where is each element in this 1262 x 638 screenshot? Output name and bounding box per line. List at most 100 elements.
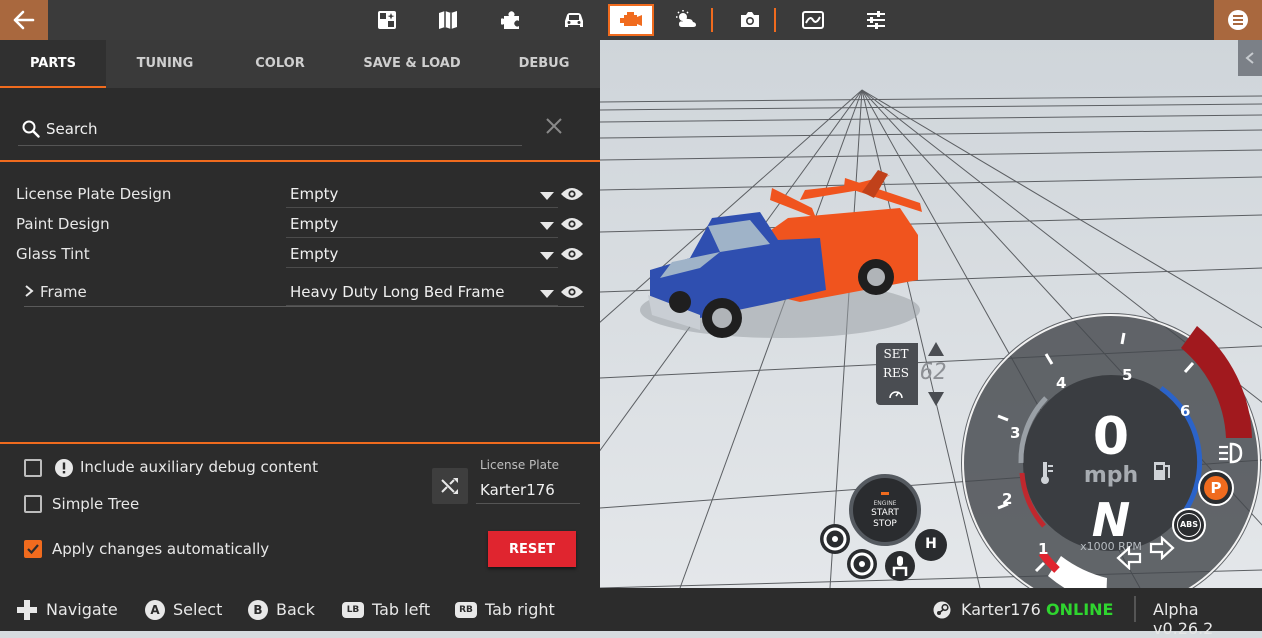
mods-icon <box>501 11 519 29</box>
randomize-plate-button[interactable] <box>432 468 468 504</box>
tab-debug[interactable]: DEBUG <box>492 40 596 88</box>
search-icon <box>22 120 40 138</box>
shuffle-icon <box>441 478 458 494</box>
rpm-tick-label: 2 <box>1002 490 1012 508</box>
part-select-value: Empty <box>290 185 339 203</box>
version-label: Alpha v0.26.2 <box>1153 600 1214 638</box>
a-button-icon: A <box>145 599 165 620</box>
hint-label: Back <box>276 600 315 619</box>
parking-brake-label: P <box>1204 476 1228 500</box>
eye-icon[interactable] <box>560 186 584 202</box>
track-builder-button[interactable] <box>790 4 836 36</box>
online-status: ONLINE <box>1046 600 1114 619</box>
bottom-hint-bar: Navigate A Select B Back LB Tab left RB … <box>0 588 1262 638</box>
tab-parts[interactable]: PARTS <box>0 40 106 88</box>
tab-color[interactable]: COLOR <box>227 40 333 88</box>
license-plate-input[interactable] <box>476 476 580 504</box>
start-label: START <box>871 508 899 518</box>
chevron-left-icon <box>1245 52 1254 64</box>
caret-down-icon <box>540 222 554 230</box>
part-select-value: Empty <box>290 215 339 233</box>
abs-label: ABS <box>1177 513 1201 537</box>
engine-label: ENGINE <box>873 500 897 507</box>
license-plate-caption: License Plate <box>480 458 560 472</box>
hint-label: Navigate <box>46 600 118 619</box>
hint-label: Select <box>173 600 223 619</box>
hint-back: B Back <box>248 588 315 631</box>
options-button[interactable] <box>853 4 899 36</box>
map-icon <box>439 11 457 29</box>
photo-mode-button[interactable] <box>727 4 773 36</box>
environment-button[interactable] <box>364 4 410 36</box>
eye-icon[interactable] <box>560 284 584 300</box>
chevron-right-icon <box>25 285 34 297</box>
caret-down-icon <box>540 290 554 298</box>
gear-indicator: N <box>1092 493 1131 547</box>
headlight-icon <box>1219 442 1243 464</box>
config-tabs: PARTS TUNING COLOR SAVE & LOAD DEBUG <box>0 40 600 88</box>
wheel-icon[interactable] <box>846 548 878 580</box>
user-name: Karter176 <box>961 600 1041 619</box>
rpm-tick-label: 5 <box>1122 366 1132 384</box>
tab-tuning[interactable]: TUNING <box>112 40 218 88</box>
part-select[interactable]: Empty <box>286 242 558 268</box>
search-input[interactable] <box>44 116 514 142</box>
caret-down-icon <box>540 252 554 260</box>
dpad-icon <box>16 599 38 621</box>
speed-readout: 0 <box>1093 407 1129 467</box>
vehicle-config-icon <box>620 12 642 26</box>
mods-button[interactable] <box>489 4 535 36</box>
eye-icon[interactable] <box>560 246 584 262</box>
hint-tab-right: RB Tab right <box>455 588 555 631</box>
top-menu-bar <box>0 0 1262 40</box>
tab-save-load[interactable]: SAVE & LOAD <box>352 40 472 88</box>
vehicles-button[interactable] <box>551 4 597 36</box>
map-button[interactable] <box>425 4 471 36</box>
vehicle-config-button[interactable] <box>608 4 654 36</box>
part-select[interactable]: Empty <box>286 182 558 208</box>
weather-icon <box>676 10 696 27</box>
part-select[interactable]: Empty <box>286 212 558 238</box>
arrow-left-icon <box>13 10 35 30</box>
track-builder-icon <box>802 11 824 29</box>
hint-tab-left: LB Tab left <box>342 588 430 631</box>
eye-icon[interactable] <box>560 216 584 232</box>
cruise-gauge-icon <box>889 391 903 399</box>
cruise-down-icon[interactable] <box>928 392 944 406</box>
auto-apply-label: Apply changes automatically <box>52 540 270 558</box>
handbrake-button[interactable]: H <box>915 529 947 561</box>
collapse-panel-button[interactable] <box>1238 40 1262 76</box>
rpm-tick-label: 6 <box>1180 402 1190 420</box>
part-label: Glass Tint <box>16 245 90 263</box>
cruise-set-button[interactable]: SET <box>876 347 916 361</box>
scene-viewport[interactable]: SET RES 62 ENGINE START STOP H 1 2 3 4 5… <box>600 40 1262 588</box>
auto-apply-checkbox[interactable] <box>24 540 42 558</box>
weather-button[interactable] <box>663 4 709 36</box>
cruise-speed-readout: 62 <box>920 360 947 385</box>
main-menu-button[interactable] <box>1214 0 1262 40</box>
rb-button-icon: RB <box>455 601 477 618</box>
environment-icon <box>378 11 396 29</box>
checkmark-icon <box>27 544 39 555</box>
b-button-icon: B <box>248 599 268 620</box>
hint-label: Tab left <box>372 600 431 619</box>
clear-search-button[interactable] <box>544 116 564 136</box>
abs-indicator: ABS <box>1172 508 1206 542</box>
hint-select: A Select <box>145 588 222 631</box>
simple-tree-checkbox[interactable] <box>24 495 42 513</box>
parking-brake-indicator: P <box>1198 470 1234 506</box>
reset-button[interactable]: RESET <box>488 531 576 567</box>
status-separator <box>1134 596 1136 622</box>
vehicles-icon <box>565 13 583 27</box>
engine-start-stop-button[interactable]: ENGINE START STOP <box>849 474 921 546</box>
gearshift-icon[interactable] <box>884 550 916 582</box>
back-button[interactable] <box>0 0 48 40</box>
menu-icon <box>1228 10 1248 30</box>
lb-button-icon: LB <box>342 601 364 618</box>
rpm-tick-label: 4 <box>1056 374 1066 392</box>
debug-content-checkbox[interactable] <box>24 459 42 477</box>
close-icon <box>546 118 562 134</box>
cruise-res-button[interactable]: RES <box>876 366 916 380</box>
cruise-up-icon[interactable] <box>928 342 944 356</box>
part-select[interactable]: Heavy Duty Long Bed Frame <box>286 280 558 306</box>
